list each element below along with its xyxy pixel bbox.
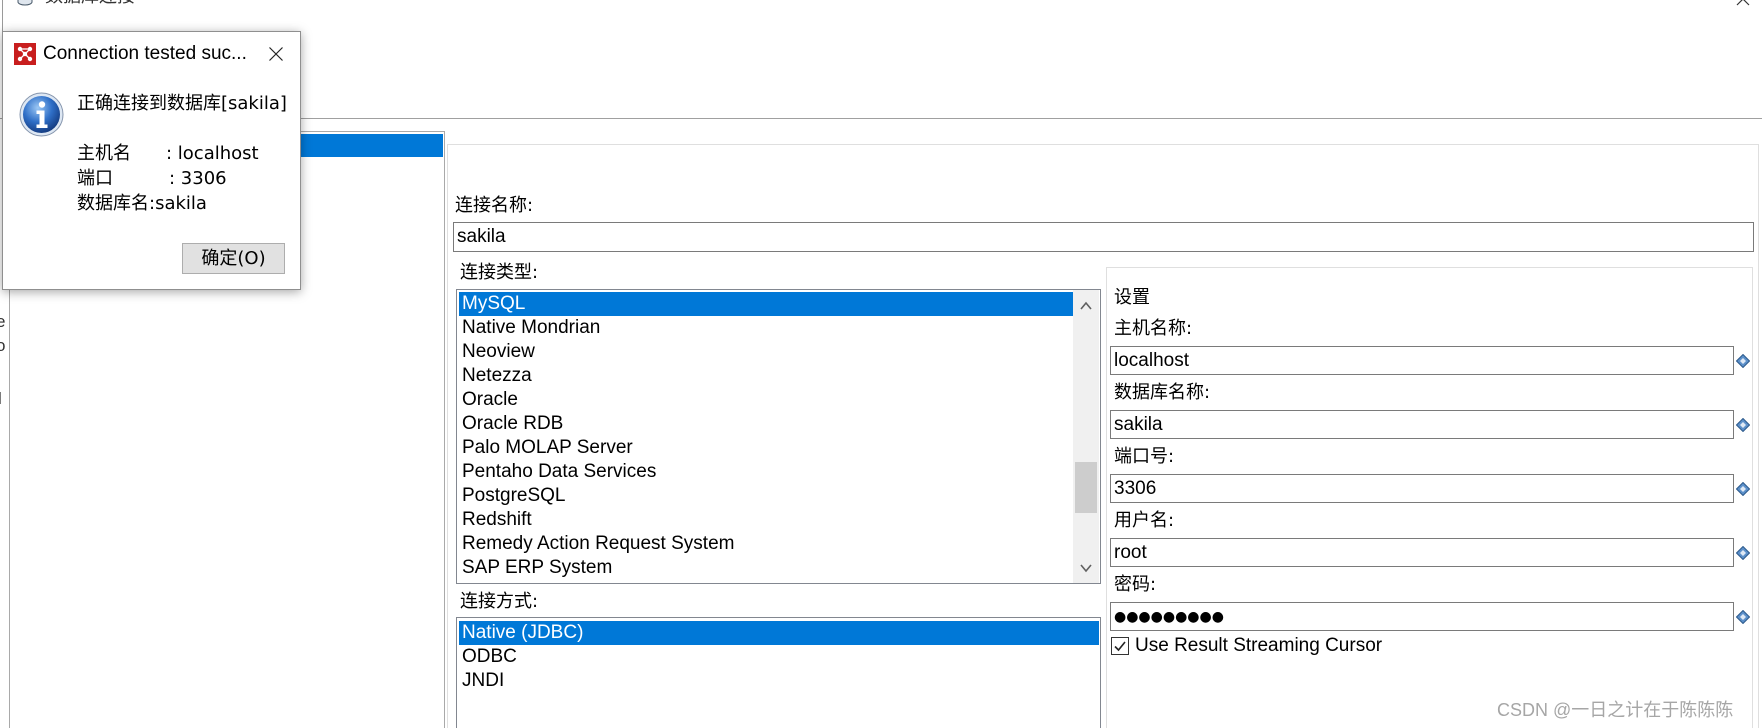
scroll-up-icon[interactable] [1073, 290, 1099, 320]
connection-tested-dialog: Connection tested suc... 正确连接到数据库[sakila… [2, 31, 301, 290]
streaming-cursor-checkbox[interactable] [1111, 637, 1129, 655]
app-logo-icon [14, 43, 36, 65]
connection-type-item[interactable]: Netezza [459, 364, 1073, 388]
password-input[interactable]: ●●●●●●●●● [1110, 602, 1734, 631]
access-type-item[interactable]: ODBC [459, 645, 1099, 669]
username-label: 用户名: [1114, 510, 1175, 531]
streaming-cursor-label[interactable]: Use Result Streaming Cursor [1135, 634, 1382, 658]
connection-type-item[interactable]: Native Mondrian [459, 316, 1073, 340]
access-type-item[interactable]: JNDI [459, 669, 1099, 693]
database-icon [16, 0, 34, 6]
checkbox-check-icon [1114, 641, 1126, 652]
dialog-port-label: 端口 [77, 168, 113, 189]
connection-name-label: 连接名称: [455, 195, 534, 216]
dialog-title: Connection tested suc... [43, 43, 247, 64]
variable-diamond-icon[interactable] [1735, 609, 1751, 625]
dialog-message: 正确连接到数据库[sakila] [77, 93, 287, 114]
dialog-host-label: 主机名 [77, 143, 131, 164]
variable-diamond-icon[interactable] [1735, 545, 1751, 561]
window-close-icon[interactable] [1736, 0, 1750, 6]
access-type-item[interactable]: Native (JDBC) [459, 621, 1099, 645]
connection-type-item[interactable]: PostgreSQL [459, 484, 1073, 508]
info-icon [19, 92, 64, 137]
connection-type-item[interactable]: Pentaho Data Services [459, 460, 1073, 484]
background-fragment: l [0, 387, 2, 411]
password-label: 密码: [1114, 574, 1157, 595]
connection-type-item[interactable]: Oracle [459, 388, 1073, 412]
host-input[interactable]: localhost [1110, 346, 1734, 375]
background-fragment: e [0, 312, 6, 331]
ok-button[interactable]: 确定(O) [182, 243, 285, 274]
connection-type-item[interactable]: SAP ERP System [459, 556, 1073, 580]
window-left-edge [2, 0, 3, 31]
connection-name-input[interactable]: sakila [453, 222, 1754, 252]
connection-type-item[interactable]: Neoview [459, 340, 1073, 364]
host-label: 主机名称: [1114, 318, 1193, 339]
window-title: 数据库连接 [45, 0, 135, 9]
connection-type-list[interactable]: MySQL Native Mondrian Neoview Netezza Or… [456, 289, 1101, 584]
connection-type-item[interactable]: MySQL [459, 292, 1073, 316]
connection-type-item[interactable]: Palo MOLAP Server [459, 436, 1073, 460]
settings-title: 设置 [1114, 287, 1150, 308]
access-type-list[interactable]: Native (JDBC) ODBC JNDI [456, 617, 1101, 728]
scroll-down-icon[interactable] [1073, 553, 1099, 583]
dialog-port-value: : 3306 [169, 168, 227, 189]
connection-type-label: 连接类型: [460, 262, 539, 283]
port-label: 端口号: [1114, 446, 1175, 467]
port-input[interactable]: 3306 [1110, 474, 1734, 503]
connection-type-item[interactable]: Redshift [459, 508, 1073, 532]
connection-type-item[interactable]: Oracle RDB [459, 412, 1073, 436]
connection-type-item[interactable]: Remedy Action Request System [459, 532, 1073, 556]
dialog-close-icon[interactable] [268, 46, 284, 62]
variable-diamond-icon[interactable] [1735, 353, 1751, 369]
database-input[interactable]: sakila [1110, 410, 1734, 439]
connection-type-scrollbar[interactable] [1073, 290, 1099, 583]
scrollbar-thumb[interactable] [1075, 462, 1097, 513]
background-fragment: o [0, 336, 6, 355]
dialog-host-value: : localhost [166, 143, 259, 164]
variable-diamond-icon[interactable] [1735, 417, 1751, 433]
access-type-label: 连接方式: [460, 591, 539, 612]
username-input[interactable]: root [1110, 538, 1734, 567]
variable-diamond-icon[interactable] [1735, 481, 1751, 497]
dialog-database-line: 数据库名:sakila [77, 193, 207, 214]
watermark: CSDN @一日之计在于陈陈陈 [1497, 700, 1734, 720]
database-label: 数据库名称: [1114, 382, 1211, 403]
